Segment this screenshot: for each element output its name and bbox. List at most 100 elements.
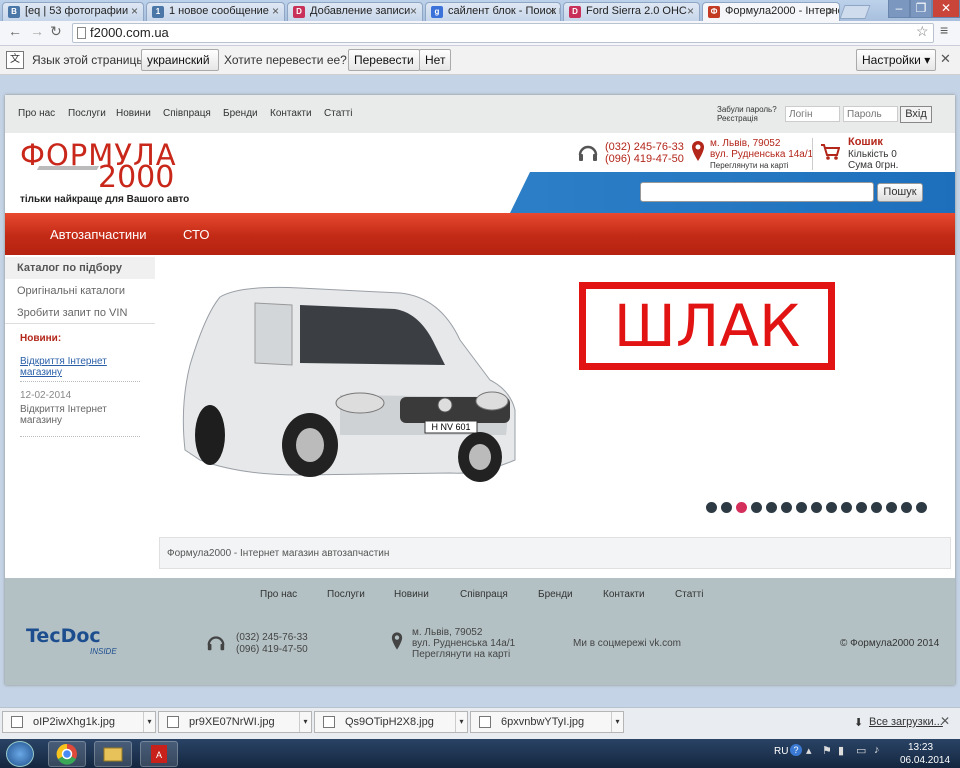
all-downloads-link[interactable]: Все загрузки... [869,716,943,728]
translate-button[interactable]: Перевести [348,49,420,71]
close-tab-icon[interactable]: × [131,3,138,20]
footer-social-link[interactable]: Ми в соцмережі vk.com [573,638,681,649]
slider-dot[interactable] [901,502,912,513]
chevron-down-icon[interactable]: ▾ [143,712,155,732]
chevron-down-icon[interactable]: ▾ [455,712,467,732]
no-translate-button[interactable]: Нет [419,49,452,71]
reload-icon[interactable]: ↻ [50,23,62,40]
menu-icon[interactable]: ≡ [940,22,948,38]
bookmark-star-icon[interactable]: ☆ [916,23,929,40]
new-tab-button[interactable] [839,5,871,19]
maximize-button[interactable]: ❐ [910,0,932,18]
download-item[interactable]: Qs9OTipH2X8.jpg ▾ [314,711,468,733]
chrome-taskbar-icon[interactable] [48,741,86,767]
slider-dot[interactable] [871,502,882,513]
language-indicator[interactable]: RU [774,746,788,757]
nav-service-station[interactable]: СТО [183,227,209,242]
slider-dot[interactable] [721,502,732,513]
forgot-password-link[interactable]: Забули пароль? [717,105,777,114]
login-button[interactable]: Вхід [900,106,932,123]
forward-icon[interactable]: → [30,23,44,39]
close-icon[interactable]: ✕ [940,51,951,67]
password-input[interactable] [843,106,898,122]
start-button[interactable] [6,741,34,767]
close-tab-icon[interactable]: × [687,3,694,20]
slider-dot[interactable] [841,502,852,513]
footer-nav-item-1[interactable]: Про нас [260,589,297,600]
footer-nav-item-5[interactable]: Бренди [538,589,573,600]
slider-dot[interactable] [751,502,762,513]
footer-nav-item-3[interactable]: Новини [394,589,429,600]
network-icon[interactable]: ▮ [838,744,844,757]
register-link[interactable]: Реєстрація [717,114,758,123]
tab-3[interactable]: D Добавление записи × [287,2,423,21]
close-tab-icon[interactable]: × [410,3,417,20]
slider-dot[interactable] [781,502,792,513]
top-nav-item-7[interactable]: Статті [324,108,352,119]
favicon-icon: g [431,6,443,18]
cart-icon[interactable] [820,143,841,164]
power-icon[interactable]: ▭ [856,744,866,757]
chevron-down-icon[interactable]: ▾ [611,712,623,732]
translate-settings-button[interactable]: Настройки ▾ [856,49,937,71]
news-link-1[interactable]: Відкриття Інтернет магазину [20,356,120,378]
footer-nav-item-4[interactable]: Співпраця [460,589,508,600]
slider-dot[interactable] [796,502,807,513]
close-window-button[interactable]: ✕ [932,0,960,18]
slider-dot[interactable] [706,502,717,513]
minimize-button[interactable]: – [888,0,910,18]
footer-nav-item-2[interactable]: Послуги [327,589,365,600]
close-icon[interactable]: ✕ [940,714,950,728]
address-bar[interactable] [72,23,934,43]
sidebar-item-original[interactable]: Оригінальні каталоги [17,285,125,297]
search-button[interactable]: Пошук [877,183,923,202]
tab-2[interactable]: 1 1 новое сообщение × [146,2,285,21]
pdf-taskbar-icon[interactable]: A [140,741,178,767]
top-nav-item-4[interactable]: Співпраця [163,108,211,119]
slider-dot[interactable] [886,502,897,513]
tab-1[interactable]: В [eq | 53 фотографии × [2,2,144,21]
slider-dot[interactable] [826,502,837,513]
chevron-up-icon[interactable]: ▴ [806,744,812,757]
footer-nav-item-7[interactable]: Статті [675,589,703,600]
language-select[interactable]: украинский ▾ [141,49,219,87]
header-map-link[interactable]: Переглянути на карті [710,161,789,170]
footer-nav-item-6[interactable]: Контакти [603,589,645,600]
close-tab-icon[interactable]: × [272,3,279,20]
tab-6[interactable]: Ф Формула2000 - Інтернет × [702,2,840,21]
slider-dot[interactable] [856,502,867,513]
back-icon[interactable]: ← [8,23,22,39]
login-input[interactable] [785,106,840,122]
explorer-taskbar-icon[interactable] [94,741,132,767]
top-nav-item-6[interactable]: Контакти [270,108,312,119]
cart-title[interactable]: Кошик [848,136,883,148]
download-item[interactable]: oIP2iwXhg1k.jpg ▾ [2,711,156,733]
search-input[interactable] [640,182,874,202]
download-item[interactable]: 6pxvnbwYTyI.jpg ▾ [470,711,624,733]
news-text-2[interactable]: Відкриття Інтернет магазину [20,404,120,426]
sidebar-item-catalog[interactable]: Каталог по підбору [17,262,122,274]
nav-auto-parts[interactable]: Автозапчастини [50,227,147,242]
clock-time[interactable]: 13:23 [908,742,933,753]
slider-dot[interactable] [736,502,747,513]
clock-date[interactable]: 06.04.2014 [900,755,950,766]
slider-dot[interactable] [811,502,822,513]
close-tab-icon[interactable]: × [548,3,555,20]
tab-4[interactable]: g сайлент блок - Поиск в × [425,2,561,21]
logo[interactable]: ФОРМУЛА 2000 тільки найкраще для Вашого … [18,138,198,208]
top-nav-item-5[interactable]: Бренди [223,108,258,119]
top-nav-item-2[interactable]: Послуги [68,108,106,119]
close-tab-icon[interactable]: × [827,3,834,20]
chevron-down-icon[interactable]: ▾ [299,712,311,732]
download-item[interactable]: pr9XE07NrWI.jpg ▾ [158,711,312,733]
help-icon[interactable]: ? [790,744,802,756]
sidebar-item-vin[interactable]: Зробити запит по VIN [17,307,127,319]
tab-5[interactable]: D Ford Sierra 2.0 OHC × [563,2,700,21]
slider-dot[interactable] [916,502,927,513]
top-nav-item-1[interactable]: Про нас [18,108,55,119]
slider-dot[interactable] [766,502,777,513]
top-nav-item-3[interactable]: Новини [116,108,151,119]
footer-map-link[interactable]: Переглянути на карті [412,649,510,660]
flag-icon[interactable]: ⚑ [822,744,832,757]
volume-icon[interactable]: ♪ [874,744,880,756]
